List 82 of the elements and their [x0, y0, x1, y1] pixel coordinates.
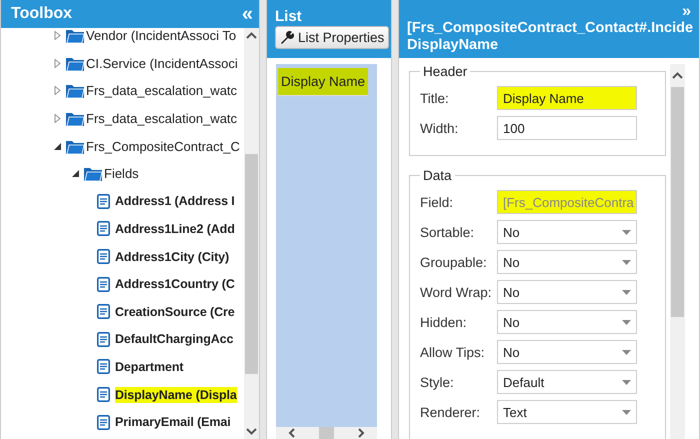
- scroll-thumb[interactable]: [319, 427, 334, 439]
- collapsed-arrow-icon[interactable]: [53, 86, 62, 96]
- field-label: Title:: [420, 90, 450, 106]
- group-legend: Data: [420, 168, 455, 183]
- field-label: Field:: [420, 194, 454, 210]
- document-icon: [97, 276, 110, 292]
- column-header[interactable]: Display Name: [278, 68, 368, 96]
- field-label: Allow Tips:: [420, 344, 486, 360]
- text-field[interactable]: 100: [497, 116, 637, 140]
- dropdown[interactable]: No: [497, 340, 637, 364]
- tree-item[interactable]: DefaultChargingAcc: [115, 331, 234, 348]
- field-label: Width:: [420, 120, 460, 136]
- scroll-up-icon[interactable]: [672, 72, 683, 79]
- tree-item[interactable]: Address1Line2 (Add: [115, 220, 235, 237]
- dropdown[interactable]: No: [497, 250, 637, 274]
- horizontal-scrollbar[interactable]: [276, 427, 377, 439]
- folder-icon: [84, 166, 102, 182]
- dropdown[interactable]: No: [497, 220, 637, 244]
- tree-item[interactable]: Fields: [104, 165, 139, 182]
- caret-icon: [622, 290, 631, 294]
- document-icon: [97, 414, 110, 430]
- collapsed-arrow-icon[interactable]: [53, 114, 62, 124]
- tree-item[interactable]: Vendor (IncidentAssoci To: [86, 28, 236, 44]
- scroll-up-icon[interactable]: [246, 32, 257, 39]
- tree-item[interactable]: CI.Service (IncidentAssoci: [86, 54, 238, 72]
- tree-item[interactable]: Frs_data_escalation_watc: [86, 82, 238, 100]
- document-icon: [97, 249, 110, 264]
- scroll-thumb[interactable]: [671, 87, 684, 317]
- document-icon: [97, 221, 110, 236]
- caret-icon: [622, 260, 631, 264]
- tree-item[interactable]: DisplayName (Displa: [115, 386, 237, 403]
- tree-item[interactable]: PrimaryEmail (Emai: [115, 414, 231, 430]
- group-legend: Header: [420, 64, 470, 79]
- field-label: Style:: [420, 374, 455, 390]
- folder-icon: [66, 28, 84, 44]
- document-icon: [97, 332, 110, 347]
- tree-item[interactable]: Address1 (Address I: [115, 193, 235, 210]
- tree-item[interactable]: CreationSource (Cre: [115, 304, 235, 320]
- caret-icon: [622, 230, 631, 234]
- scrollbar[interactable]: [244, 28, 259, 439]
- document-icon: [97, 194, 110, 209]
- tree-item[interactable]: Frs_CompositeContract_C: [86, 138, 240, 155]
- panel-title: Toolbox: [11, 5, 72, 23]
- caret-icon: [622, 410, 631, 414]
- dropdown[interactable]: No: [497, 280, 637, 304]
- caret-icon: [622, 350, 631, 354]
- tree-item[interactable]: Address1City (City): [115, 248, 230, 265]
- dropdown[interactable]: Text: [497, 400, 637, 424]
- folder-icon: [66, 56, 84, 71]
- panel-subtitle: DisplayName: [407, 37, 498, 53]
- folder-icon: [66, 138, 84, 154]
- field-label: Renderer:: [420, 404, 482, 420]
- scroll-right-icon[interactable]: [358, 428, 365, 438]
- scroll-thumb[interactable]: [245, 154, 258, 374]
- tree-item[interactable]: Frs_data_escalation_watc: [86, 110, 238, 128]
- collapsed-arrow-icon[interactable]: [53, 58, 62, 68]
- list-properties-button[interactable]: List Properties: [275, 26, 390, 49]
- tree-item[interactable]: Department: [115, 358, 184, 375]
- field-label: Sortable:: [420, 224, 476, 240]
- field-label: Groupable:: [420, 254, 488, 270]
- document-icon: [97, 359, 110, 374]
- dropdown[interactable]: Default: [497, 370, 637, 394]
- document-icon: [97, 387, 110, 402]
- field-label: Hidden:: [420, 314, 468, 330]
- text-field[interactable]: Display Name: [497, 86, 637, 110]
- folder-icon: [66, 111, 84, 126]
- panel-title: [Frs_CompositeContract_Contact#.Incide: [407, 20, 691, 37]
- expanded-arrow-icon[interactable]: [53, 142, 62, 151]
- tree-item[interactable]: Address1Country (C: [115, 276, 235, 292]
- caret-icon: [622, 320, 631, 324]
- caret-icon: [622, 380, 631, 384]
- scroll-down-icon[interactable]: [246, 428, 257, 435]
- panel-title: List: [275, 8, 302, 25]
- field-label: Word Wrap:: [420, 284, 493, 300]
- collapsed-arrow-icon[interactable]: [53, 31, 62, 40]
- wrench-icon: [280, 30, 294, 44]
- dropdown[interactable]: No: [497, 310, 637, 334]
- scroll-left-icon[interactable]: [288, 428, 295, 438]
- expanded-arrow-icon[interactable]: [71, 169, 80, 178]
- folder-icon: [66, 83, 84, 98]
- document-icon: [97, 304, 110, 320]
- scrollbar[interactable]: [670, 64, 685, 439]
